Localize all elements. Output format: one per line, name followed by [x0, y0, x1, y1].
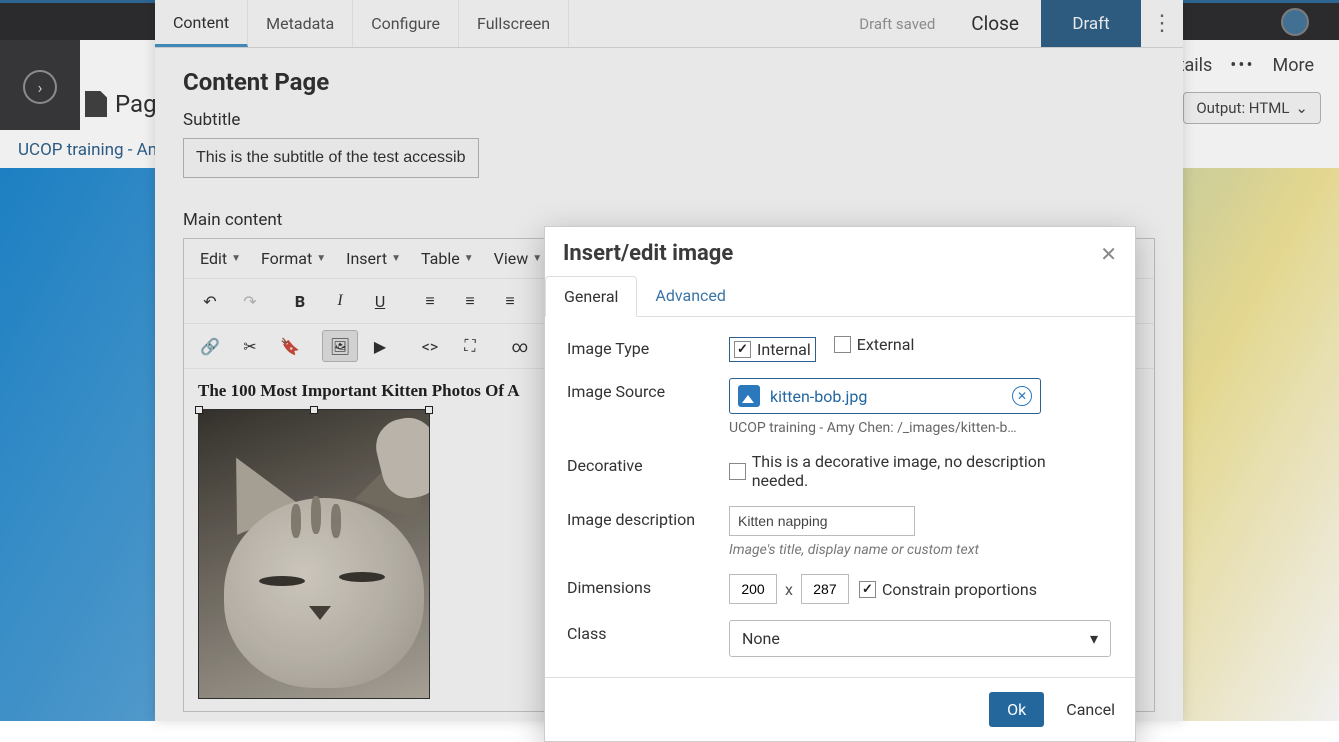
draft-button[interactable]: Draft [1041, 0, 1141, 47]
infinity-icon[interactable]: ∞ [502, 330, 538, 362]
expand-sidebar-icon[interactable]: › [23, 70, 57, 104]
class-select-value: None [742, 629, 780, 648]
label-dimensions: Dimensions [567, 574, 729, 597]
image-source-filename: kitten-bob.jpg [770, 387, 1002, 406]
label-decorative: Decorative [567, 452, 729, 475]
image-description-help: Image's title, display name or custom te… [729, 542, 1113, 558]
image-file-icon [738, 385, 760, 407]
bookmark-icon[interactable]: 🔖 [272, 330, 308, 362]
checkbox-external[interactable]: External [834, 335, 915, 354]
sidebar-dark: › [0, 40, 80, 130]
code-icon[interactable]: <> [412, 330, 448, 362]
cancel-button[interactable]: Cancel [1066, 700, 1115, 719]
image-preview [199, 410, 429, 698]
link-icon[interactable]: 🔗 [192, 330, 228, 362]
align-right-icon[interactable]: ≡ [492, 285, 528, 317]
close-button[interactable]: Close [949, 12, 1041, 35]
dimensions-x-separator: x [777, 580, 801, 599]
tab-metadata[interactable]: Metadata [248, 0, 353, 47]
subtitle-input[interactable] [183, 138, 479, 178]
chevron-down-icon: ▾ [1090, 629, 1098, 648]
details-link[interactable]: tails [1179, 55, 1213, 76]
class-select[interactable]: None ▾ [729, 620, 1111, 657]
kebab-menu-icon[interactable]: ⋮ [1141, 0, 1183, 47]
user-avatar[interactable] [1281, 8, 1309, 36]
breadcrumb[interactable]: UCOP training - Am [18, 140, 163, 160]
image-description-input[interactable] [729, 506, 915, 536]
output-select-label: Output: HTML [1196, 99, 1289, 117]
check-icon [859, 581, 876, 598]
menu-table[interactable]: Table▼ [413, 245, 482, 272]
menu-edit[interactable]: Edit▼ [192, 245, 249, 272]
check-icon [734, 341, 751, 358]
document-icon [85, 91, 107, 117]
width-input[interactable] [729, 574, 777, 604]
ok-button[interactable]: Ok [989, 692, 1044, 727]
tab-fullscreen[interactable]: Fullscreen [459, 0, 569, 47]
resize-handle-n[interactable] [310, 406, 318, 414]
bold-icon[interactable]: B [282, 285, 318, 317]
redo-icon[interactable]: ↷ [232, 285, 268, 317]
label-image-description: Image description [567, 506, 729, 529]
empty-check-icon [729, 463, 746, 480]
page-heading: Pag [115, 90, 157, 118]
undo-icon[interactable]: ↶ [192, 285, 228, 317]
output-select[interactable]: Output: HTML ⌄ [1183, 92, 1321, 124]
clear-source-icon[interactable]: ✕ [1012, 386, 1032, 406]
menu-view[interactable]: View▼ [486, 245, 551, 272]
empty-check-icon [834, 336, 851, 353]
resize-handle-nw[interactable] [195, 406, 203, 414]
menu-insert[interactable]: Insert▼ [338, 245, 409, 272]
modal-tab-advanced[interactable]: Advanced [637, 276, 744, 316]
image-icon[interactable]: 🖼 [322, 330, 358, 362]
label-image-type: Image Type [567, 335, 729, 358]
draft-saved-status: Draft saved [859, 15, 935, 33]
modal-close-icon[interactable]: ✕ [1100, 242, 1117, 266]
video-icon[interactable]: ▶ [362, 330, 398, 362]
more-dots-icon: ••• [1230, 55, 1254, 76]
subtitle-label: Subtitle [183, 110, 1155, 130]
height-input[interactable] [801, 574, 849, 604]
chevron-down-icon: ⌄ [1295, 99, 1308, 117]
modal-title: Insert/edit image [563, 241, 733, 266]
label-class: Class [567, 620, 729, 643]
align-left-icon[interactable]: ≡ [412, 285, 448, 317]
underline-icon[interactable]: U [362, 285, 398, 317]
modal-tabs: General Advanced [545, 276, 1135, 317]
resize-handle-ne[interactable] [425, 406, 433, 414]
checkbox-constrain[interactable]: Constrain proportions [859, 580, 1037, 599]
page-heading-row: Pag [85, 90, 157, 118]
checkbox-decorative[interactable]: This is a decorative image, no descripti… [729, 452, 1099, 490]
fullscreen-icon[interactable]: ⛶ [452, 330, 488, 362]
selected-image[interactable] [198, 409, 430, 699]
modal-tab-general[interactable]: General [545, 276, 637, 317]
header-right-group: tails ••• More [1179, 55, 1314, 76]
italic-icon[interactable]: I [322, 285, 358, 317]
tab-content[interactable]: Content [155, 0, 248, 47]
panel-tabs: Content Metadata Configure Fullscreen Dr… [155, 0, 1183, 48]
page-title: Content Page [183, 68, 1155, 96]
menu-format[interactable]: Format▼ [253, 245, 334, 272]
label-image-source: Image Source [567, 378, 729, 401]
tab-configure[interactable]: Configure [353, 0, 459, 47]
checkbox-internal[interactable]: Internal [729, 337, 816, 362]
image-source-path: UCOP training - Amy Chen: /_images/kitte… [729, 420, 1113, 436]
more-link[interactable]: More [1273, 55, 1314, 76]
align-center-icon[interactable]: ≡ [452, 285, 488, 317]
image-source-chooser[interactable]: kitten-bob.jpg ✕ [729, 378, 1041, 414]
insert-image-modal: Insert/edit image ✕ General Advanced Ima… [544, 226, 1136, 742]
unlink-icon[interactable]: ✂ [232, 330, 268, 362]
